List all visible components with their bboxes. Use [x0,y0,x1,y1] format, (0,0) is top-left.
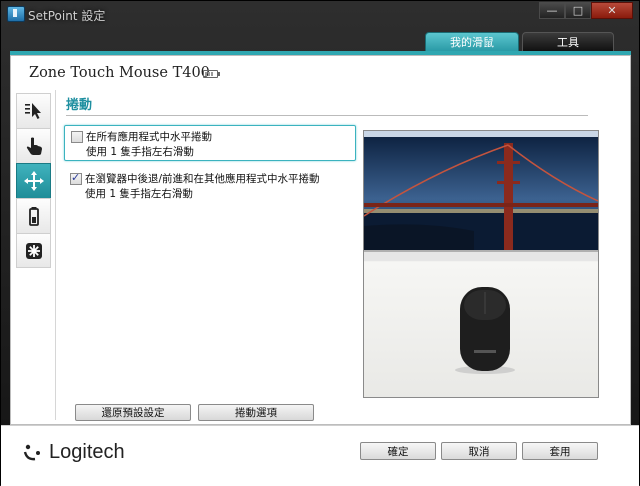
side-tab-battery[interactable] [16,198,51,233]
device-battery-icon [203,70,220,78]
option-horizontal-scroll-all-apps[interactable]: 在所有應用程式中水平捲動 使用 1 隻手指左右滑動 [64,125,356,161]
maximize-button[interactable]: □ [565,2,591,19]
setpoint-app-icon [7,6,25,22]
preview-screen [364,131,598,261]
scroll-options-button[interactable]: 捲動選項 [198,404,314,421]
window-controls: — □ ✕ [539,2,633,20]
tab-my-mouse[interactable]: 我的滑鼠 [425,32,519,52]
window-title: SetPoint 設定 [28,9,106,23]
ok-button[interactable]: 確定 [360,442,436,460]
logitech-g-icon [23,444,40,460]
side-tabs [16,93,51,268]
section-divider [66,115,588,116]
settings-gear-icon [25,242,42,259]
side-tab-scroll[interactable] [16,163,51,198]
touch-hand-icon [26,137,42,155]
brand-name: Logitech [49,441,125,463]
preview-desk [364,262,598,397]
scroll-settings-content: 捲動 在所有應用程式中水平捲動 使用 1 隻手指左右滑動 在瀏覽器中後退/前進和… [55,90,623,421]
side-tab-pointer[interactable] [16,93,51,128]
tab-tools[interactable]: 工具 [522,32,614,52]
option-label: 在所有應用程式中水平捲動 [86,131,212,143]
option-description: 使用 1 隻手指左右滑動 [86,146,194,158]
checkbox-browser-back-forward[interactable] [70,171,82,185]
option-browser-back-forward[interactable]: 在瀏覽器中後退/前進和在其他應用程式中水平捲動 使用 1 隻手指左右滑動 [64,168,354,204]
apply-button[interactable]: 套用 [522,442,598,460]
gesture-preview-image [363,130,599,398]
footer: Logitech 確定 取消 套用 [1,425,639,486]
setpoint-window: SetPoint 設定 — □ ✕ 我的滑鼠 工具 Zone Touch Mou… [0,0,640,486]
restore-defaults-button[interactable]: 還原預設設定 [75,404,191,421]
mouse-image [455,287,515,374]
cancel-button[interactable]: 取消 [441,442,517,460]
title-bar[interactable]: SetPoint 設定 — □ ✕ [1,1,639,27]
close-button[interactable]: ✕ [591,2,633,19]
pointer-speed-icon [24,103,41,119]
minimize-button[interactable]: — [539,2,565,19]
section-title: 捲動 [66,98,93,113]
option-description: 使用 1 隻手指左右滑動 [85,188,193,200]
side-tab-settings[interactable] [16,233,51,268]
device-name: Zone Touch Mouse T400 [29,65,210,81]
battery-icon [28,207,39,226]
option-label: 在瀏覽器中後退/前進和在其他應用程式中水平捲動 [85,173,320,185]
logitech-logo: Logitech [22,441,125,464]
checkbox-horizontal-scroll-all-apps[interactable] [71,131,83,143]
scroll-arrows-icon [23,171,44,191]
main-panel: Zone Touch Mouse T400 捲動 在所有應用程式中水平捲動 使用… [10,55,631,425]
top-tabs: 我的滑鼠 工具 [425,32,614,52]
side-tab-touch[interactable] [16,128,51,163]
golden-gate-bridge-image [364,131,598,261]
